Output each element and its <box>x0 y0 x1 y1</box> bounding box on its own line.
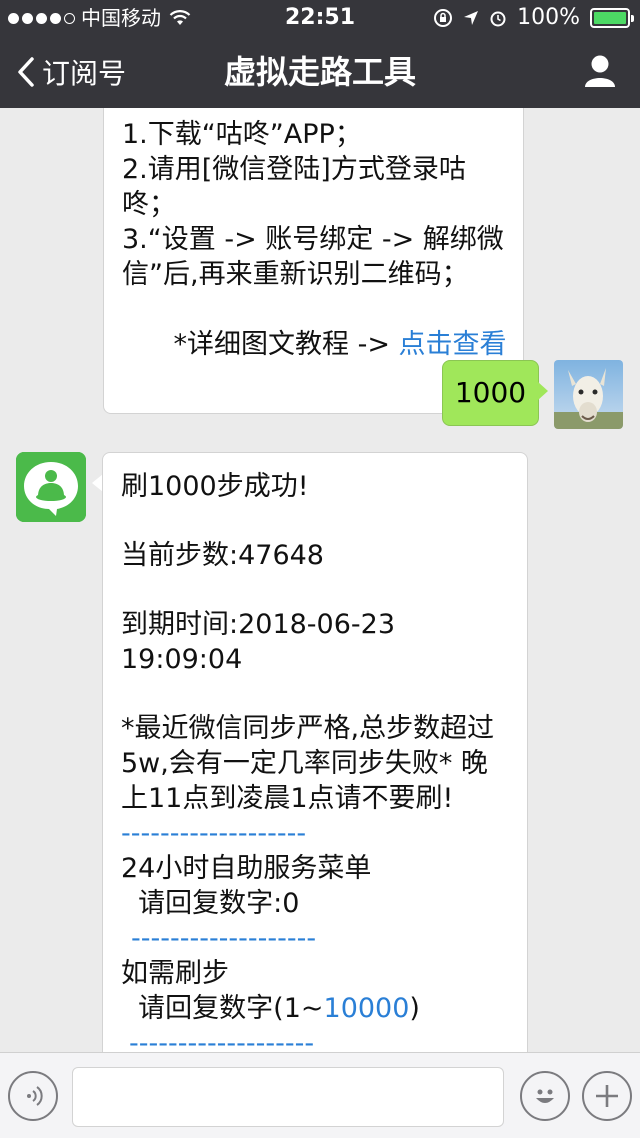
bubble-tail <box>538 382 548 400</box>
reply-line: 刷1000步成功! <box>121 471 309 502</box>
reply-line: 请回复数字:0 <box>121 888 300 919</box>
chat-area[interactable]: 1.下载“咕咚”APP； 2.请用[微信登陆]方式登录咕咚； 3.“设置 -> … <box>0 108 640 1052</box>
battery-icon <box>590 8 634 28</box>
rotation-lock-icon <box>434 9 453 27</box>
step-reply-prefix: 请回复数字(1~ <box>121 993 324 1024</box>
person-icon <box>585 55 615 87</box>
reply-line: *最近微信同步严格,总步数超过5w,会有一定几率同步失败* 晚上11点到凌晨1点… <box>121 713 495 814</box>
voice-button[interactable] <box>8 1071 58 1121</box>
message-input[interactable] <box>72 1067 504 1127</box>
navigation-bar: 订阅号 虚拟走路工具 <box>0 36 640 108</box>
user-avatar[interactable] <box>554 360 623 429</box>
alarm-icon <box>490 11 506 27</box>
plus-icon <box>596 1085 618 1107</box>
profile-button[interactable] <box>584 54 616 92</box>
reply-line: 24小时自助服务菜单 <box>121 853 372 884</box>
reply-line: 当前步数:47648 <box>121 540 324 571</box>
tutorial-prefix: *详细图文教程 -> <box>173 329 399 360</box>
divider: ------------------- <box>131 923 317 954</box>
emoji-button[interactable] <box>520 1071 570 1121</box>
reply-line: 到期时间:2018-06-23 19:09:04 <box>121 609 404 675</box>
battery-percent: 100% <box>517 5 580 30</box>
instruction-line: 1.下载“咕咚”APP； <box>122 119 362 150</box>
more-button[interactable] <box>582 1071 632 1121</box>
instruction-line: 3.“设置 -> 账号绑定 -> 解绑微信”后,再来重新识别二维码； <box>122 224 504 290</box>
status-bar: 中国移动 22:51 100% <box>0 0 640 36</box>
location-icon <box>464 11 479 25</box>
reply-line: 请回复数字(1~10000) <box>121 991 511 1026</box>
divider: ------------------- <box>121 818 307 849</box>
page-title: 虚拟走路工具 <box>223 53 416 91</box>
reply-bubble: 刷1000步成功! 当前步数:47648 到期时间:2018-06-23 19:… <box>102 452 528 1052</box>
reply-line: 如需刷步 <box>121 958 229 989</box>
tutorial-link[interactable]: 点击查看 <box>399 329 507 360</box>
top-bar: 中国移动 22:51 100% 订阅号 虚拟走路工具 <box>0 0 640 108</box>
step-reply-suffix: ) <box>409 993 420 1024</box>
emoji-icon <box>536 1089 554 1103</box>
sent-message-bubble: 1000 <box>442 360 539 426</box>
official-account-avatar[interactable] <box>16 452 86 522</box>
instruction-line: 2.请用[微信登陆]方式登录咕咚； <box>122 154 466 220</box>
input-bar <box>0 1052 640 1138</box>
step-max-link[interactable]: 10000 <box>324 993 410 1024</box>
voice-icon <box>27 1086 43 1106</box>
divider: ------------------- <box>129 1028 315 1052</box>
